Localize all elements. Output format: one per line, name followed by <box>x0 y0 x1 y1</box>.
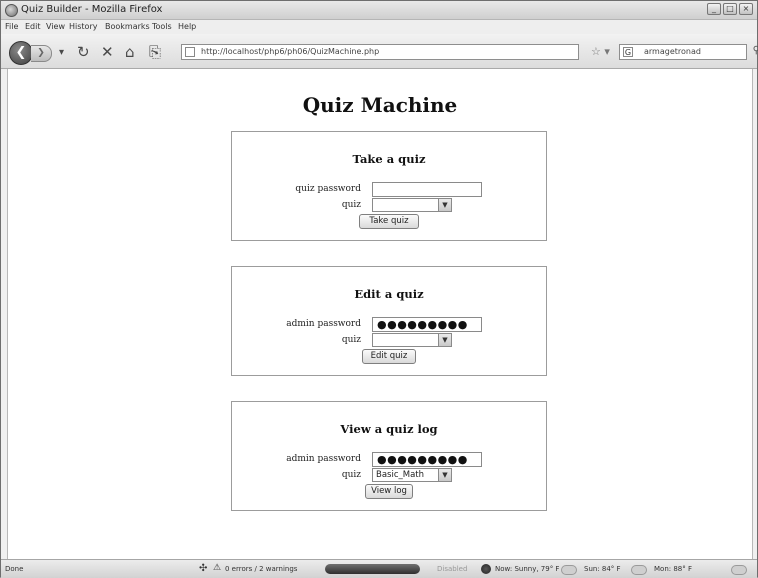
take-quiz-panel: Take a quiz quiz password quiz ▼ Take qu… <box>231 131 547 241</box>
menu-history[interactable]: History <box>69 22 97 31</box>
browser-window: Quiz Builder - Mozilla Firefox _ □ × Fil… <box>0 0 758 578</box>
status-bar: Done ✣ ⚠ 0 errors / 2 warnings Disabled … <box>1 559 757 578</box>
menu-bookmarks[interactable]: Bookmarks <box>105 22 150 31</box>
cloud-icon <box>631 565 647 575</box>
address-url[interactable]: http://localhost/php6/ph06/QuizMachine.p… <box>201 47 379 56</box>
chevron-down-icon[interactable]: ▼ <box>438 334 451 346</box>
menu-help[interactable]: Help <box>178 22 196 31</box>
log-quiz-select-value: Basic_Math <box>376 470 425 480</box>
window-title: Quiz Builder - Mozilla Firefox <box>21 4 163 15</box>
minimize-icon[interactable]: _ <box>707 3 721 15</box>
menu-view[interactable]: View <box>46 22 65 31</box>
search-engine-icon[interactable]: G <box>623 47 633 57</box>
weather-mon[interactable]: Mon: 88° F <box>654 565 692 573</box>
warning-icon[interactable]: ⚠ <box>213 563 221 573</box>
edit-quiz-panel: Edit a quiz admin password ●●●●●●●●● qui… <box>231 266 547 376</box>
take-quiz-heading: Take a quiz <box>352 152 426 166</box>
search-box[interactable]: G armagetronad ⚲ <box>619 44 758 60</box>
view-log-panel: View a quiz log admin password ●●●●●●●●●… <box>231 401 547 511</box>
add-bookmark-icon[interactable]: ⎘ <box>149 43 161 61</box>
log-admin-password-input[interactable]: ●●●●●●●●● <box>372 452 482 467</box>
forward-button-icon[interactable]: ❯ <box>31 45 52 62</box>
view-log-heading: View a quiz log <box>340 422 438 436</box>
veoh-toolbar-icon[interactable] <box>325 564 420 574</box>
edit-quiz-select[interactable]: ▼ <box>372 333 452 347</box>
page-favicon-icon <box>185 47 195 57</box>
menu-bar: File Edit View History Bookmarks Tools H… <box>1 20 757 34</box>
bookmark-star-icon[interactable]: ☆ ▾ <box>591 45 610 58</box>
quiz-label: quiz <box>341 200 361 210</box>
back-button-icon[interactable]: ❮ <box>9 41 33 65</box>
edit-quiz-button[interactable]: Edit quiz <box>362 349 416 364</box>
admin-password-label: admin password <box>286 319 361 329</box>
plugin-icon[interactable]: ✣ <box>199 563 207 574</box>
close-icon[interactable]: × <box>739 3 753 15</box>
address-bar[interactable]: http://localhost/php6/ph06/QuizMachine.p… <box>181 44 579 60</box>
cloud-icon <box>731 565 747 575</box>
search-icon[interactable]: ⚲ <box>753 45 758 56</box>
history-dropdown-icon[interactable]: ▾ <box>59 47 64 58</box>
quiz-password-label: quiz password <box>295 184 361 194</box>
navigation-toolbar: ❮ ❯ ▾ ↻ ✕ ⌂ ⎘ http://localhost/php6/ph06… <box>1 34 758 69</box>
firefox-icon <box>5 4 18 17</box>
page-content: Quiz Machine Take a quiz quiz password q… <box>7 69 753 559</box>
view-log-button[interactable]: View log <box>365 484 413 499</box>
search-text[interactable]: armagetronad <box>644 47 701 56</box>
menu-tools[interactable]: Tools <box>152 22 172 31</box>
window-controls: _ □ × <box>707 3 753 15</box>
quiz-password-input[interactable] <box>372 182 482 197</box>
log-quiz-select[interactable]: Basic_Math ▼ <box>372 468 452 482</box>
edit-quiz-heading: Edit a quiz <box>354 287 424 301</box>
menu-file[interactable]: File <box>5 22 18 31</box>
stop-icon[interactable]: ✕ <box>101 43 114 61</box>
weather-globe-icon[interactable] <box>481 564 491 574</box>
disabled-status[interactable]: Disabled <box>437 565 467 573</box>
menu-edit[interactable]: Edit <box>25 22 41 31</box>
cloud-icon <box>561 565 577 575</box>
maximize-icon[interactable]: □ <box>723 3 737 15</box>
status-text: Done <box>5 565 24 573</box>
edit-admin-password-input[interactable]: ●●●●●●●●● <box>372 317 482 332</box>
quiz-select[interactable]: ▼ <box>372 198 452 212</box>
chevron-down-icon[interactable]: ▼ <box>438 469 451 481</box>
chevron-down-icon[interactable]: ▼ <box>438 199 451 211</box>
page-title: Quiz Machine <box>302 93 458 117</box>
take-quiz-button[interactable]: Take quiz <box>359 214 419 229</box>
edit-quiz-label: quiz <box>341 335 361 345</box>
weather-sun[interactable]: Sun: 84° F <box>584 565 621 573</box>
log-quiz-label: quiz <box>341 470 361 480</box>
title-bar: Quiz Builder - Mozilla Firefox _ □ × <box>1 1 757 20</box>
weather-now[interactable]: Now: Sunny, 79° F <box>495 565 559 573</box>
error-console-status[interactable]: 0 errors / 2 warnings <box>225 565 297 573</box>
reload-icon[interactable]: ↻ <box>77 43 90 61</box>
home-icon[interactable]: ⌂ <box>125 43 135 61</box>
log-admin-password-label: admin password <box>286 454 361 464</box>
